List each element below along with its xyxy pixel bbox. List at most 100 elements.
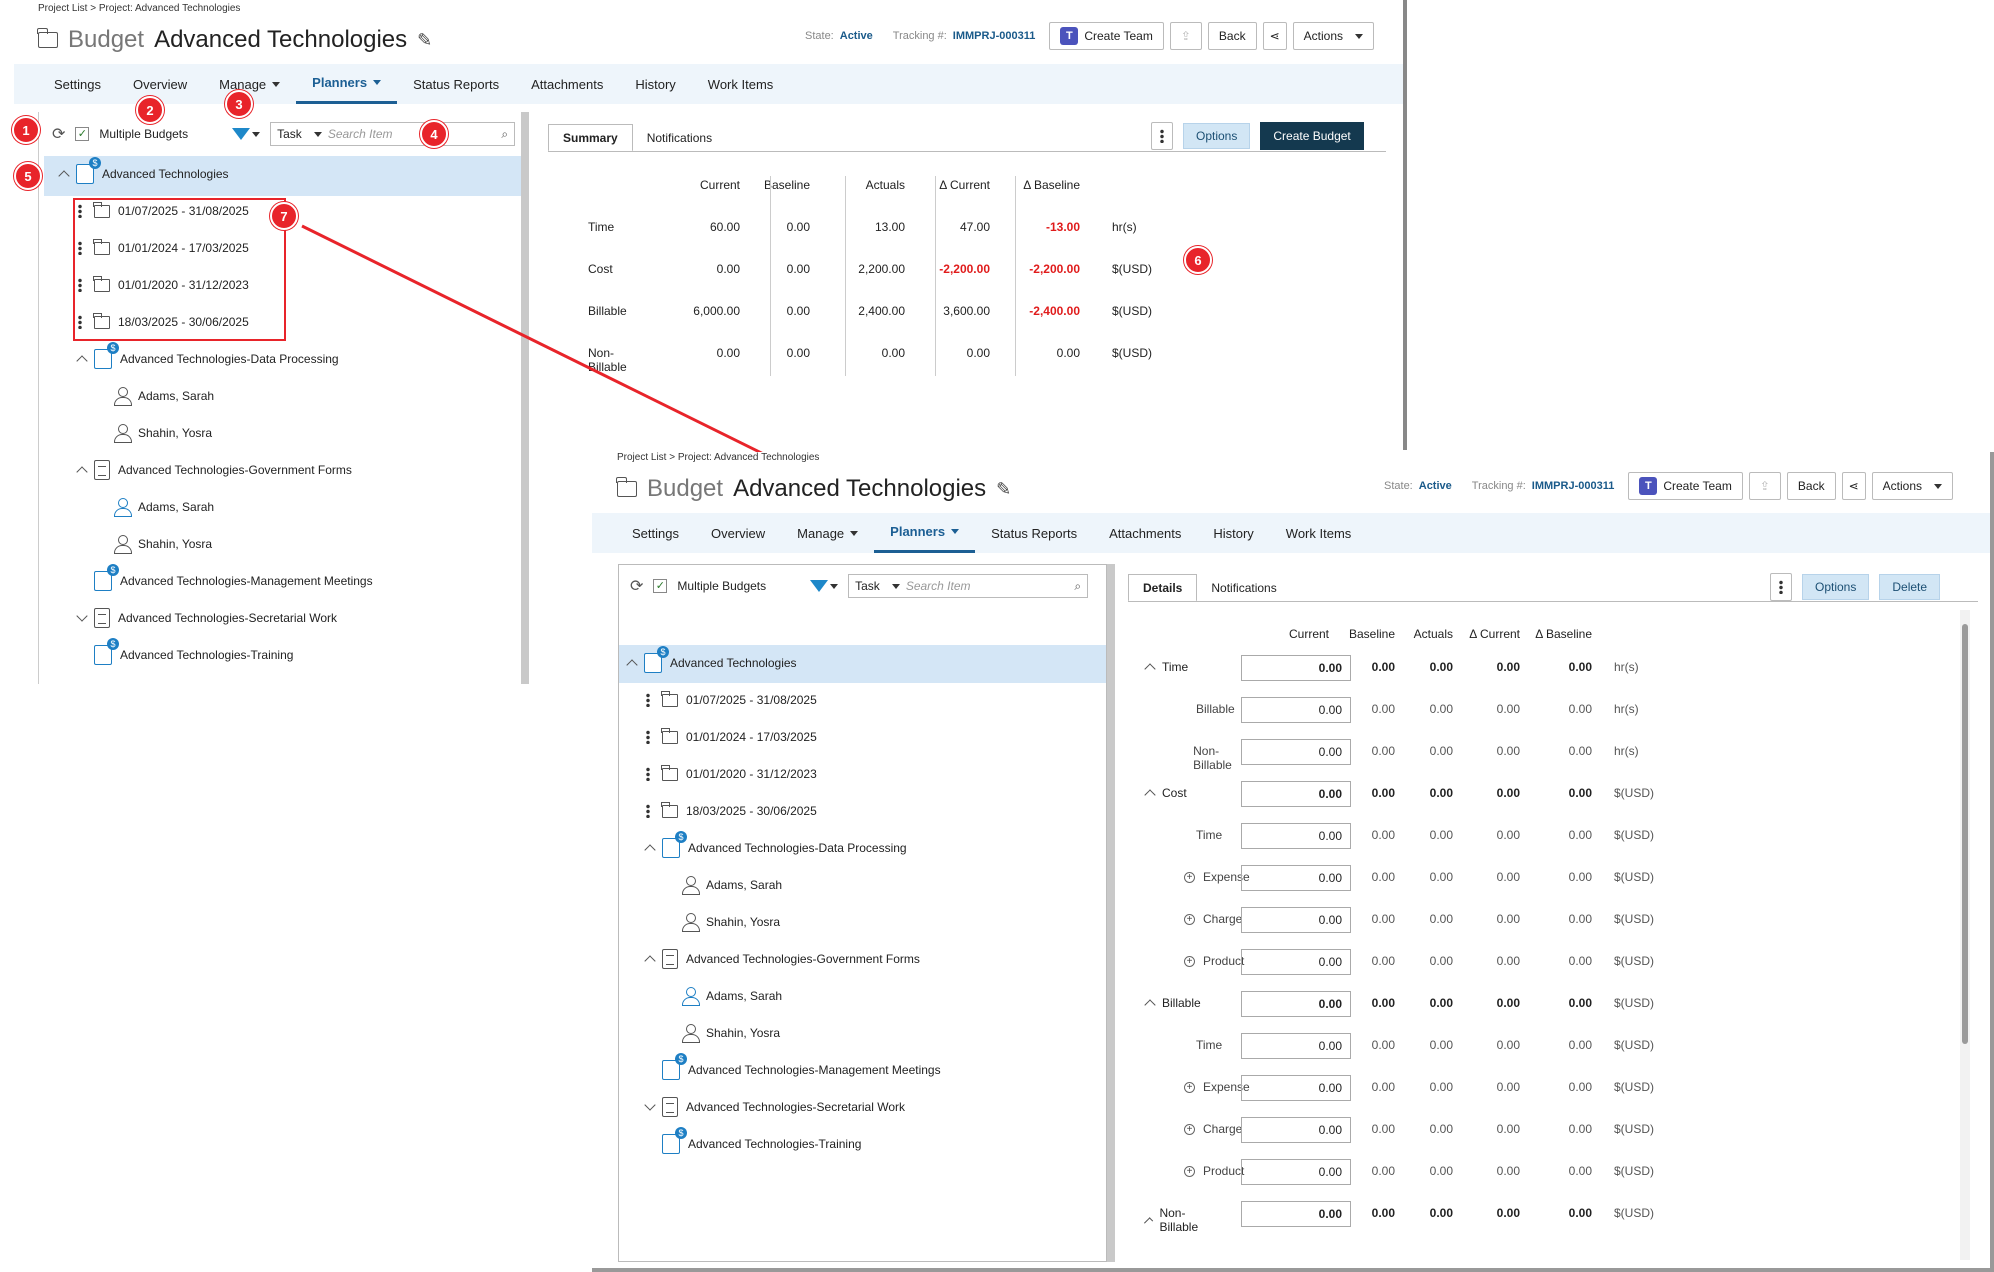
tree-item[interactable]: Advanced Technologies-Secretarial Work bbox=[76, 601, 337, 635]
delete-button[interactable]: Delete bbox=[1879, 574, 1941, 600]
more-kebab-icon[interactable] bbox=[1151, 122, 1173, 150]
tree-item[interactable]: Advanced Technologies bbox=[58, 157, 229, 191]
refresh-icon[interactable]: ⟳ bbox=[52, 124, 65, 144]
more-kebab-icon[interactable] bbox=[646, 804, 650, 818]
back-button[interactable]: Back bbox=[1207, 22, 1257, 50]
search-type-select[interactable]: Task bbox=[277, 127, 302, 141]
tree-item[interactable]: Adams, Sarah bbox=[666, 979, 782, 1013]
expand-plus-icon[interactable]: + bbox=[1184, 871, 1195, 883]
search-icon[interactable]: ⌕ bbox=[1074, 579, 1081, 594]
export-icon[interactable]: ⇪ bbox=[1748, 472, 1781, 500]
tree-item[interactable]: 01/01/2024 - 17/03/2025 bbox=[646, 720, 817, 754]
share-icon[interactable]: ⋖ bbox=[1262, 22, 1287, 50]
tree-item[interactable]: Shahin, Yosra bbox=[666, 905, 780, 939]
tree-item[interactable]: Adams, Sarah bbox=[98, 490, 214, 524]
tree-item[interactable]: Advanced Technologies-Data Processing bbox=[76, 342, 339, 376]
tree-item[interactable]: 18/03/2025 - 30/06/2025 bbox=[646, 794, 817, 828]
tab-history[interactable]: History bbox=[1197, 513, 1269, 553]
edit-pencil-icon[interactable]: ✎ bbox=[417, 30, 432, 51]
tree-item[interactable]: Advanced Technologies-Training bbox=[646, 1127, 861, 1161]
chevron-up-icon[interactable] bbox=[1144, 663, 1156, 675]
tab-manage[interactable]: Manage bbox=[781, 513, 874, 553]
tab-history[interactable]: History bbox=[619, 64, 691, 104]
tab-status-reports[interactable]: Status Reports bbox=[975, 513, 1093, 553]
chevron-up-icon[interactable] bbox=[644, 955, 656, 967]
tab-settings[interactable]: Settings bbox=[14, 64, 117, 104]
tree-item[interactable]: Adams, Sarah bbox=[98, 379, 214, 413]
tree-item[interactable]: Shahin, Yosra bbox=[98, 527, 212, 561]
tab-settings[interactable]: Settings bbox=[592, 513, 695, 553]
expand-plus-icon[interactable]: + bbox=[1184, 913, 1195, 925]
expand-plus-icon[interactable]: + bbox=[1184, 955, 1195, 967]
chevron-down-icon[interactable] bbox=[644, 1099, 656, 1111]
tab-work-items[interactable]: Work Items bbox=[692, 64, 790, 104]
tab-notifications[interactable]: Notifications bbox=[633, 124, 726, 152]
breadcrumb[interactable]: Project List > Project: Advanced Technol… bbox=[38, 3, 240, 14]
more-kebab-icon[interactable] bbox=[646, 767, 650, 781]
more-kebab-icon[interactable] bbox=[1770, 573, 1792, 601]
actions-button[interactable]: Actions bbox=[1292, 22, 1374, 50]
chevron-up-icon[interactable] bbox=[1144, 999, 1156, 1011]
tree-item[interactable]: Advanced Technologies-Government Forms bbox=[76, 453, 352, 487]
options-button[interactable]: Options bbox=[1802, 574, 1870, 600]
tab-details[interactable]: Details bbox=[1128, 574, 1198, 602]
tab-summary[interactable]: Summary bbox=[548, 124, 633, 152]
tab-planners[interactable]: Planners bbox=[874, 513, 976, 553]
chevron-up-icon[interactable] bbox=[644, 844, 656, 856]
more-kebab-icon[interactable] bbox=[646, 693, 650, 707]
multiple-budgets-checkbox[interactable]: ✓ bbox=[75, 127, 90, 141]
multiple-budgets-checkbox[interactable]: ✓ bbox=[653, 579, 668, 593]
create-team-button[interactable]: T Create Team bbox=[1628, 472, 1743, 500]
chevron-down-icon[interactable] bbox=[252, 131, 261, 137]
tree-item[interactable]: Advanced Technologies bbox=[626, 646, 797, 680]
scrollbar[interactable] bbox=[1960, 610, 1970, 1260]
tab-notifications[interactable]: Notifications bbox=[1197, 574, 1290, 602]
chevron-up-icon[interactable] bbox=[76, 355, 88, 367]
tab-overview[interactable]: Overview bbox=[695, 513, 781, 553]
tab-work-items[interactable]: Work Items bbox=[1270, 513, 1368, 553]
chevron-up-icon[interactable] bbox=[58, 170, 70, 182]
create-team-button[interactable]: T Create Team bbox=[1049, 22, 1164, 50]
actions-button[interactable]: Actions bbox=[1871, 472, 1953, 500]
chevron-up-icon[interactable] bbox=[1143, 1217, 1154, 1227]
tree-item[interactable]: Advanced Technologies-Secretarial Work bbox=[644, 1090, 905, 1124]
tab-planners[interactable]: Planners bbox=[296, 64, 398, 104]
filter-icon[interactable] bbox=[232, 128, 251, 140]
chevron-up-icon[interactable] bbox=[626, 659, 638, 671]
tree-item[interactable]: Shahin, Yosra bbox=[98, 416, 212, 450]
tree-item[interactable]: Advanced Technologies-Government Forms bbox=[644, 942, 920, 976]
chevron-down-icon[interactable] bbox=[76, 610, 88, 622]
chevron-up-icon[interactable] bbox=[76, 466, 88, 478]
chevron-down-icon[interactable] bbox=[830, 583, 839, 589]
refresh-icon[interactable]: ⟳ bbox=[630, 576, 643, 596]
expand-plus-icon[interactable]: + bbox=[1184, 1123, 1195, 1135]
tab-attachments[interactable]: Attachments bbox=[515, 64, 619, 104]
filter-icon[interactable] bbox=[810, 580, 829, 592]
chevron-up-icon[interactable] bbox=[1144, 789, 1156, 801]
splitter[interactable] bbox=[521, 112, 529, 684]
export-icon[interactable]: ⇪ bbox=[1169, 22, 1202, 50]
expand-plus-icon[interactable]: + bbox=[1184, 1081, 1195, 1093]
back-button[interactable]: Back bbox=[1786, 472, 1836, 500]
edit-pencil-icon[interactable]: ✎ bbox=[996, 479, 1011, 500]
tree-item[interactable]: Advanced Technologies-Management Meeting… bbox=[646, 1053, 941, 1087]
search-type-select[interactable]: Task bbox=[855, 579, 880, 593]
share-icon[interactable]: ⋖ bbox=[1841, 472, 1866, 500]
tree-item[interactable]: 01/01/2020 - 31/12/2023 bbox=[646, 757, 817, 791]
search-input[interactable]: Task Search Item ⌕ bbox=[270, 122, 516, 146]
tree-item[interactable]: Advanced Technologies-Management Meeting… bbox=[78, 564, 373, 598]
splitter[interactable] bbox=[1107, 564, 1115, 1262]
expand-plus-icon[interactable]: + bbox=[1184, 1165, 1195, 1177]
search-icon[interactable]: ⌕ bbox=[501, 127, 508, 142]
tree-item[interactable]: Advanced Technologies-Data Processing bbox=[644, 831, 907, 865]
create-budget-button[interactable]: Create Budget bbox=[1260, 122, 1364, 150]
breadcrumb[interactable]: Project List > Project: Advanced Technol… bbox=[617, 452, 819, 463]
tab-status-reports[interactable]: Status Reports bbox=[397, 64, 515, 104]
tree-item[interactable]: Advanced Technologies-Training bbox=[78, 638, 293, 672]
scrollbar-thumb[interactable] bbox=[1962, 624, 1968, 1044]
tab-overview[interactable]: Overview bbox=[117, 64, 203, 104]
options-button[interactable]: Options bbox=[1183, 123, 1251, 149]
tree-item[interactable]: 01/07/2025 - 31/08/2025 bbox=[646, 683, 817, 717]
more-kebab-icon[interactable] bbox=[646, 730, 650, 744]
tree-item[interactable]: Adams, Sarah bbox=[666, 868, 782, 902]
